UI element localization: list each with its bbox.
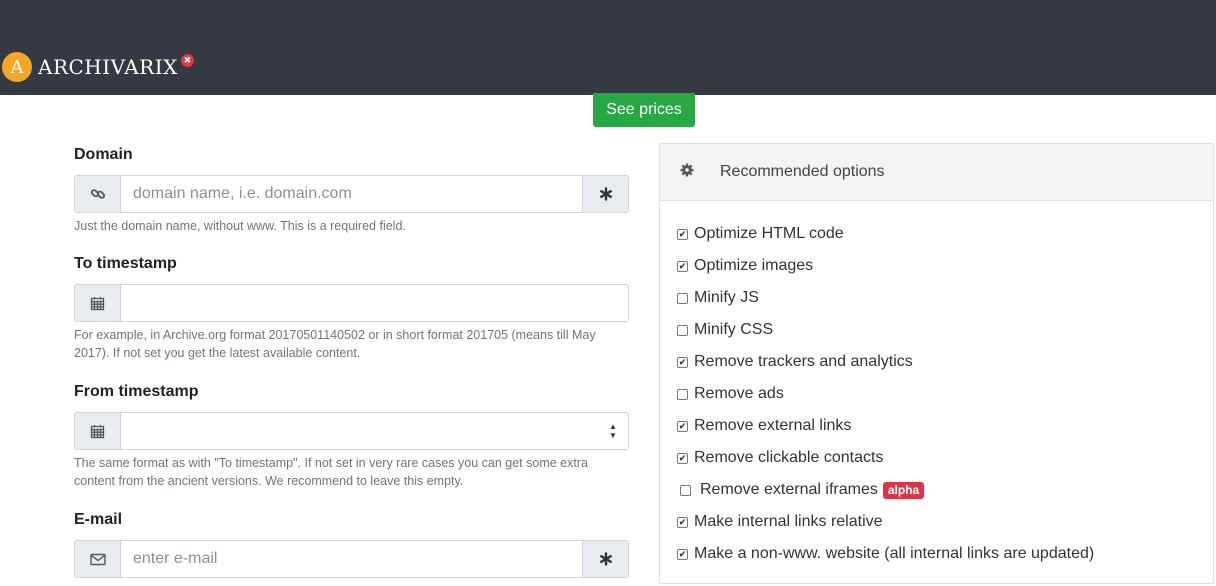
envelope-icon <box>75 541 121 577</box>
email-label: E-mail <box>74 511 123 528</box>
option-item[interactable]: ✔ Make internal links relative <box>677 506 1094 538</box>
card-header: Recommended options <box>660 144 1213 201</box>
option-checkbox[interactable]: ✔ <box>677 228 688 240</box>
domain-label: Domain <box>74 146 133 163</box>
option-item[interactable]: ✔ Remove trackers and analytics <box>677 346 1094 378</box>
option-label: Remove ads <box>694 385 784 402</box>
option-checkbox[interactable] <box>677 292 688 304</box>
option-item[interactable]: ✔ Remove external links <box>677 410 1094 442</box>
option-label: Remove clickable contacts <box>694 449 884 466</box>
option-item[interactable]: Remove external iframes alpha <box>677 474 1094 506</box>
option-checkbox[interactable]: ✔ <box>677 516 688 528</box>
option-item[interactable]: Minify JS <box>677 282 1094 314</box>
option-checkbox[interactable]: ✔ <box>677 548 688 560</box>
gear-icon <box>680 163 694 182</box>
option-label: Optimize HTML code <box>694 225 844 242</box>
recommended-options-card: Recommended options ✔ Optimize HTML code ✔… <box>659 143 1214 584</box>
calendar-icon <box>75 285 121 321</box>
option-label: Make internal links relative <box>694 513 883 530</box>
option-checkbox[interactable] <box>680 484 691 496</box>
options-list: ✔ Optimize HTML code ✔ Optimize images Minif… <box>677 218 1094 570</box>
brand-name: ARCHIVARIX <box>38 55 178 79</box>
see-prices-button[interactable]: See prices <box>593 93 695 127</box>
option-label: Remove trackers and analytics <box>694 353 913 370</box>
card-title: Recommended options <box>720 163 885 180</box>
domain-input[interactable] <box>121 176 582 212</box>
option-checkbox[interactable]: ✔ <box>677 420 688 432</box>
option-item[interactable]: ✔ Optimize images <box>677 250 1094 282</box>
domain-input-group <box>74 175 629 213</box>
from-timestamp-input-group: ▲ ▼ <box>74 412 629 450</box>
option-checkbox[interactable] <box>677 324 688 336</box>
option-checkbox[interactable]: ✔ <box>677 356 688 368</box>
to-timestamp-input-group <box>74 284 629 322</box>
logo-circle: A <box>2 52 32 82</box>
asterisk-icon <box>582 541 628 577</box>
option-item[interactable]: Minify CSS <box>677 314 1094 346</box>
email-input-group <box>74 540 629 578</box>
calendar-icon <box>75 413 121 449</box>
from-timestamp-label: From timestamp <box>74 383 199 400</box>
top-navbar: A ARCHIVARIX ✖ <box>0 0 1216 95</box>
link-icon <box>75 176 121 212</box>
number-spinner[interactable]: ▲ ▼ <box>598 413 628 449</box>
flag-icon: ✖ <box>180 53 194 67</box>
from-timestamp-help-text: The same format as with "To timestamp". … <box>74 456 588 488</box>
to-timestamp-label: To timestamp <box>74 255 177 272</box>
to-timestamp-input[interactable] <box>121 285 628 321</box>
option-label: Minify JS <box>694 289 759 306</box>
spin-down-icon[interactable]: ▼ <box>609 431 617 440</box>
from-timestamp-input[interactable] <box>121 413 598 449</box>
domain-help-text: Just the domain name, without www. This … <box>74 219 406 233</box>
option-checkbox[interactable] <box>677 388 688 400</box>
option-label: Remove external iframes <box>700 481 878 498</box>
option-item[interactable]: ✔ Make a non-www. website (all internal l… <box>677 538 1094 570</box>
option-item[interactable]: ✔ Optimize HTML code <box>677 218 1094 250</box>
option-checkbox[interactable]: ✔ <box>677 452 688 464</box>
option-label: Remove external links <box>694 417 852 434</box>
email-input[interactable] <box>121 541 582 577</box>
option-label: Make a non-www. website (all internal li… <box>694 545 1095 562</box>
option-label: Minify CSS <box>694 321 774 338</box>
brand-logo[interactable]: A ARCHIVARIX ✖ <box>2 52 194 82</box>
alpha-badge: alpha <box>882 481 925 499</box>
spin-up-icon[interactable]: ▲ <box>609 422 617 431</box>
option-item[interactable]: ✔ Remove clickable contacts <box>677 442 1094 474</box>
option-label: Optimize images <box>694 257 814 274</box>
asterisk-icon <box>582 176 628 212</box>
option-item[interactable]: Remove ads <box>677 378 1094 410</box>
to-timestamp-help-text: For example, in Archive.org format 20170… <box>74 328 596 360</box>
option-checkbox[interactable]: ✔ <box>677 260 688 272</box>
